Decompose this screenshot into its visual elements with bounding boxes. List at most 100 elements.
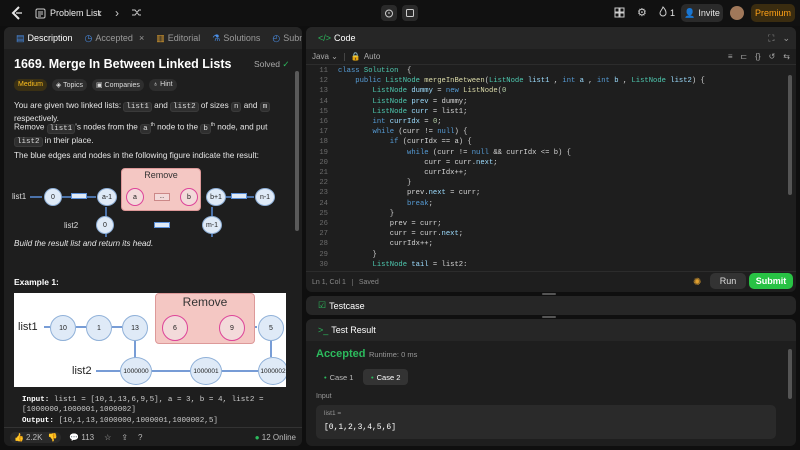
collapse-icon[interactable]: ⌄ xyxy=(782,33,790,44)
user-avatar[interactable] xyxy=(730,6,744,20)
invite-button[interactable]: 👤 Invite xyxy=(681,4,723,22)
top-bar: Problem List ‹ › ⚙ 1 👤 Invite Premium xyxy=(0,0,800,26)
companies-tag[interactable]: ▣ Companies xyxy=(91,79,144,91)
code-header-actions: ⛶ ⌄ xyxy=(768,33,790,44)
code-editor[interactable]: 11 class Solution {12 public ListNode mer… xyxy=(306,66,786,266)
tab-accepted[interactable]: ◷ Accepted × xyxy=(79,27,151,49)
list-node: 1 xyxy=(86,315,112,341)
problem-list-link[interactable]: Problem List xyxy=(50,8,100,18)
output-value: [10,1,13,1000000,1000001,1000002,5] xyxy=(53,417,218,425)
layout-icon[interactable] xyxy=(614,7,625,18)
code-scrollbar[interactable] xyxy=(788,75,792,195)
code-line[interactable]: 18 if (currIdx == a) { xyxy=(308,137,786,147)
left-scrollbar[interactable] xyxy=(295,71,299,231)
code-token: while xyxy=(372,128,399,137)
comments-button[interactable]: 💬 113 xyxy=(69,433,94,442)
resize-handle[interactable] xyxy=(542,316,556,318)
close-tab-icon[interactable]: × xyxy=(139,33,144,43)
notes-button[interactable] xyxy=(402,5,418,21)
braces-icon[interactable]: {} xyxy=(755,52,760,61)
next-problem-icon[interactable]: › xyxy=(115,6,119,20)
maximize-icon[interactable]: ⛶ xyxy=(768,33,774,44)
shuffle-icon[interactable] xyxy=(131,7,142,18)
code-token: ListNode xyxy=(385,77,425,86)
code-line[interactable]: 29 } xyxy=(308,250,786,260)
code-line[interactable]: 21 currIdx++; xyxy=(308,168,786,178)
format-icon[interactable]: ≡ xyxy=(728,52,733,61)
reset-icon[interactable]: ↺ xyxy=(769,52,776,61)
case-1-tab[interactable]: • Case 1 xyxy=(316,369,361,385)
code-line[interactable]: 14 ListNode prev = dummy; xyxy=(308,97,786,107)
settings-icon[interactable]: ⇆ xyxy=(783,52,790,61)
like-button[interactable]: 👍 2.2K 👎 xyxy=(10,431,62,443)
code-line[interactable]: 24 break; xyxy=(308,199,786,209)
code-line[interactable]: 17 while (curr != null) { xyxy=(308,127,786,137)
code-line[interactable]: 16 int currIdx = 0; xyxy=(308,117,786,127)
code-token: = list1; xyxy=(428,107,468,116)
removed-node: a xyxy=(126,188,144,206)
code-token: } xyxy=(338,250,377,259)
settings-gear-icon[interactable]: ⚙ xyxy=(637,6,647,19)
resize-handle[interactable] xyxy=(542,293,556,295)
prev-problem-icon[interactable]: ‹ xyxy=(98,6,102,20)
code-header: </> Code ⛶ ⌄ xyxy=(306,27,796,49)
streak-fire-icon[interactable] xyxy=(658,6,668,17)
code-line[interactable]: 12 public ListNode mergeInBetween(ListNo… xyxy=(308,76,786,86)
thumbs-down-icon[interactable]: 👎 xyxy=(47,433,57,442)
code-line[interactable]: 28 currIdx++; xyxy=(308,239,786,249)
code-line[interactable]: 25 } xyxy=(308,209,786,219)
toolbar-divider xyxy=(343,52,345,61)
bookmark-icon[interactable]: ⊏ xyxy=(741,52,748,61)
list-node: n-1 xyxy=(255,188,275,206)
auto-mode[interactable]: Auto xyxy=(364,52,380,61)
debug-bug-icon[interactable]: ✺ xyxy=(693,277,701,288)
tab-solutions[interactable]: ⚗ Solutions xyxy=(206,27,266,49)
share-icon[interactable]: ⇪ xyxy=(121,433,128,442)
code-token: while xyxy=(407,148,433,157)
tab-editorial[interactable]: ▥ Editorial xyxy=(150,27,206,49)
code-line[interactable]: 15 ListNode curr = list1; xyxy=(308,107,786,117)
code-token: = xyxy=(419,118,433,127)
tab-testcase[interactable]: ☑ Testcase xyxy=(312,296,371,315)
case-2-tab[interactable]: • Case 2 xyxy=(363,369,409,385)
thumbs-up-icon: 👍 xyxy=(14,432,24,442)
text: node, and put xyxy=(215,122,268,132)
code-line[interactable]: 13 ListNode dummy = new ListNode(0 xyxy=(308,86,786,96)
line-number: 20 xyxy=(319,158,328,167)
code-list2: list2 xyxy=(170,102,199,112)
help-icon[interactable]: ? xyxy=(138,433,142,442)
code-line[interactable]: 22 } xyxy=(308,178,786,188)
tab-submissions[interactable]: ◴Submissions xyxy=(266,27,302,49)
submit-button[interactable]: Submit xyxy=(749,273,793,289)
run-button[interactable]: Run xyxy=(710,273,746,289)
topics-tag[interactable]: ◈ Topics xyxy=(51,79,87,91)
code-line[interactable]: 30 ListNode tail = list2; xyxy=(308,260,786,266)
code-line[interactable]: 20 curr = curr.next; xyxy=(308,158,786,168)
language-select[interactable]: Java ⌄ xyxy=(312,52,338,61)
code-token: (currIdx == a) { xyxy=(402,138,472,147)
status-divider xyxy=(351,278,353,286)
language-value: Java xyxy=(312,52,329,61)
code-line[interactable]: 19 while (curr != null && currIdx <= b) … xyxy=(308,148,786,158)
result-scrollbar[interactable] xyxy=(788,349,792,399)
star-icon[interactable]: ☆ xyxy=(104,433,111,442)
tab-test-result[interactable]: >_ Test Result xyxy=(312,319,382,341)
description-paragraph-2: Remove list1's nodes from the a th node t… xyxy=(14,119,294,148)
premium-button[interactable]: Premium xyxy=(751,4,795,22)
tab-code[interactable]: </> Code xyxy=(312,27,362,49)
code-line[interactable]: 26 prev = curr; xyxy=(308,219,786,229)
code-token: } xyxy=(338,179,412,188)
tab-description[interactable]: ▤ Description xyxy=(10,27,79,49)
code-line[interactable]: 27 curr = curr.next; xyxy=(308,229,786,239)
hint-tag[interactable]: ♁ Hint xyxy=(148,79,177,91)
list-node: 1000001 xyxy=(190,357,222,385)
problem-list-icon[interactable] xyxy=(34,7,46,19)
building-icon: ▣ xyxy=(95,82,105,89)
timer-button[interactable] xyxy=(381,5,397,21)
code-line[interactable]: 23 prev.next = curr; xyxy=(308,188,786,198)
leetcode-logo[interactable] xyxy=(10,6,24,20)
line-number: 22 xyxy=(319,179,328,188)
code-line[interactable]: 11 class Solution { xyxy=(308,66,786,76)
code-token: , xyxy=(618,77,632,86)
